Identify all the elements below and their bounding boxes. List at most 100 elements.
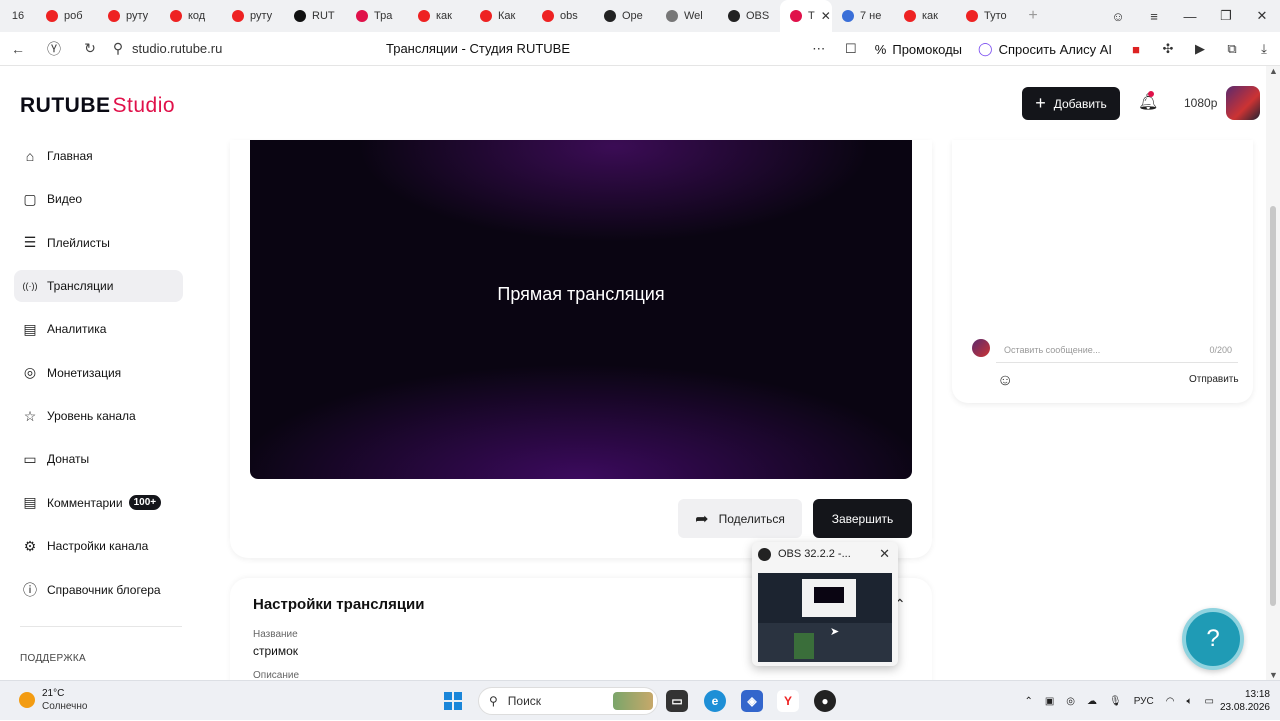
share-icon: ➦ <box>695 510 709 528</box>
sidebar-divider <box>20 626 182 627</box>
browser-tab[interactable]: RUT <box>284 0 346 32</box>
extensions-icon[interactable]: ✣ <box>1152 41 1184 57</box>
search-highlight-image <box>613 692 653 710</box>
extension-adblock-icon[interactable]: ■ <box>1120 42 1152 57</box>
browser-tab[interactable]: руту <box>98 0 160 32</box>
tab-favicon-icon <box>356 10 368 22</box>
sidebar-item[interactable]: ⌂ Главная <box>14 140 183 172</box>
browser-tab[interactable]: как <box>894 0 956 32</box>
tab-close-icon[interactable]: ✕ <box>821 9 831 23</box>
video-player[interactable]: Прямая трансляция <box>250 140 912 479</box>
sidebar-item[interactable]: ▤ Комментарии 100+ <box>14 487 183 519</box>
close-icon[interactable]: ✕ <box>879 546 890 562</box>
browser-tab[interactable]: Wel <box>656 0 718 32</box>
sidebar-item[interactable]: ☰ Плейлисты <box>14 227 183 259</box>
add-button-label: Добавить <box>1053 96 1107 111</box>
yandex-browser-icon[interactable]: Y <box>777 690 799 712</box>
emoji-icon[interactable]: ☺ <box>997 372 1013 390</box>
sidebar-item[interactable]: ▤ Аналитика <box>14 313 183 345</box>
avatar[interactable] <box>1226 86 1260 120</box>
browser-tab[interactable]: Т ✕ <box>780 0 832 32</box>
browser-tab[interactable]: Как <box>470 0 532 32</box>
media-icon[interactable]: ▶ <box>1184 41 1216 57</box>
volume-icon[interactable]: 🔈︎ <box>1186 696 1192 707</box>
support-chat-button[interactable]: ? <box>1182 608 1244 670</box>
browser-tab[interactable]: Туто <box>956 0 1018 32</box>
scrollbar-thumb[interactable] <box>1270 206 1276 606</box>
new-tab-button[interactable]: + <box>1018 7 1048 25</box>
more-icon[interactable]: ⋯ <box>803 41 835 57</box>
scroll-up-icon[interactable]: ▲ <box>1269 66 1278 76</box>
sidebar-item[interactable]: ▭ Донаты <box>14 443 183 475</box>
reload-icon[interactable]: ↻ <box>72 40 108 57</box>
battery-icon[interactable]: ▭ <box>1204 696 1213 707</box>
close-window-button[interactable]: ✕ <box>1244 8 1280 24</box>
browser-tab[interactable]: роб <box>36 0 98 32</box>
player-title: Прямая трансляция <box>497 284 665 304</box>
browser-tab[interactable]: Тра <box>346 0 408 32</box>
promo-label: Промокоды <box>892 41 963 57</box>
scroll-down-icon[interactable]: ▼ <box>1269 670 1278 680</box>
menu-icon[interactable]: ≡ <box>1136 9 1172 24</box>
app-icon[interactable]: ◈ <box>741 690 763 712</box>
end-stream-button[interactable]: Завершить <box>813 499 912 538</box>
quality-indicator[interactable]: 1080p <box>1184 96 1217 110</box>
back-icon[interactable]: ← <box>0 41 36 57</box>
browser-tab[interactable]: руту <box>222 0 284 32</box>
profile-icon[interactable]: ☺ <box>1100 9 1136 24</box>
browser-tab[interactable]: obs <box>532 0 594 32</box>
add-button[interactable]: + Добавить <box>1022 87 1120 120</box>
chat-message-input[interactable]: Оставить сообщение... 0/200 <box>996 339 1238 363</box>
share-button[interactable]: ➦ Поделиться <box>678 499 802 538</box>
tray-sync-icon[interactable]: ◎ <box>1066 696 1075 707</box>
sidebar-item-label: Справочник блогера <box>47 582 161 597</box>
download-icon[interactable]: ⤓ <box>1248 41 1280 57</box>
sidebar-item[interactable]: ☆ Уровень канала <box>14 400 183 432</box>
tray-chevron-icon[interactable]: ⌃ <box>1024 696 1032 707</box>
obs-window-preview[interactable]: OBS 32.2.2 -... ✕ ➤ <box>752 542 898 666</box>
page-scrollbar[interactable]: ▲ ▼ <box>1266 66 1280 680</box>
notifications-bell-icon[interactable]: 🔔︎ <box>1138 91 1158 112</box>
rutube-studio-logo[interactable]: RUTUBEStudio <box>20 94 175 118</box>
browser-tab[interactable]: OBS <box>718 0 780 32</box>
sidebar-item[interactable]: ◎ Монетизация <box>14 357 183 389</box>
tray-app-icon[interactable]: ▣ <box>1045 696 1054 707</box>
sidebar-item[interactable]: ⓘ Справочник блогера <box>14 574 183 606</box>
taskview-icon[interactable]: ▭ <box>666 690 688 712</box>
restore-button[interactable]: ❐ <box>1208 8 1244 24</box>
edge-icon[interactable]: e <box>704 690 726 712</box>
browser-tab[interactable]: 7 не <box>832 0 894 32</box>
url-field[interactable]: studio.rutube.ru <box>132 41 222 56</box>
language-indicator[interactable]: РУС <box>1134 696 1154 707</box>
sidebar-item[interactable]: ⚙ Настройки канала <box>14 530 183 562</box>
alice-button[interactable]: ◯ Спросить Алису AI <box>970 41 1120 57</box>
bookmark-icon[interactable]: ☐ <box>835 41 867 57</box>
browser-tab[interactable]: код <box>160 0 222 32</box>
sun-icon[interactable] <box>19 692 35 708</box>
site-info-icon[interactable]: ⚲ <box>108 40 128 57</box>
windows-start-icon[interactable] <box>444 692 462 710</box>
sidebar-item[interactable]: ((·)) Трансляции <box>14 270 183 303</box>
temperature[interactable]: 21°C <box>42 688 64 699</box>
address-bar-tools: ⋯ ☐ % Промокоды ◯ Спросить Алису AI ■ ✣ ▶ … <box>803 32 1280 66</box>
tab-label: руту <box>126 10 149 22</box>
wifi-icon[interactable]: ◠ <box>1166 696 1175 707</box>
promo-button[interactable]: % Промокоды <box>867 42 970 57</box>
send-button[interactable]: Отправить <box>1189 374 1239 385</box>
clock[interactable]: 13:18 23.08.2026 <box>1220 688 1270 714</box>
sidebar-item[interactable]: ▢ Видео <box>14 183 183 215</box>
yandex-icon[interactable]: Ⓨ <box>36 39 72 59</box>
taskbar-search[interactable]: ⚲ Поиск <box>478 687 658 715</box>
tab-count[interactable]: 16 <box>0 0 36 32</box>
weather-description[interactable]: Солнечно <box>42 701 87 712</box>
browser-tab[interactable]: Ope <box>594 0 656 32</box>
logo-studio-text: Studio <box>112 94 176 117</box>
browser-tab[interactable]: как <box>408 0 470 32</box>
name-value[interactable]: стримок <box>253 644 298 658</box>
obs-taskbar-icon[interactable]: ● <box>814 690 836 712</box>
minimize-button[interactable]: — <box>1172 9 1208 24</box>
obs-thumbnail[interactable]: ➤ <box>758 573 892 662</box>
tray-cloud-icon[interactable]: ☁ <box>1087 696 1097 707</box>
collections-icon[interactable]: ⧉ <box>1216 41 1248 57</box>
microphone-icon[interactable]: 🎙︎ <box>1109 696 1122 707</box>
